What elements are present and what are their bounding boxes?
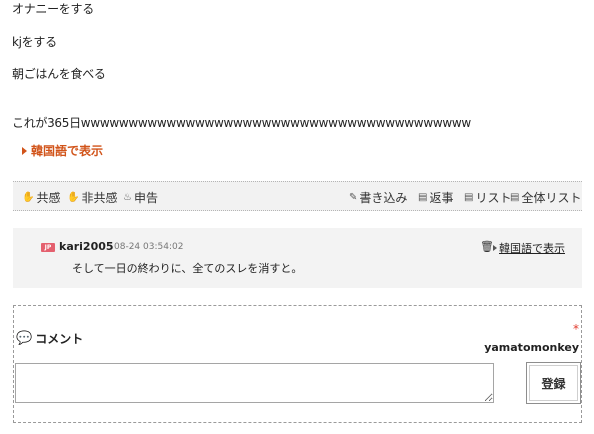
thumbs-down-icon: ✋: [67, 191, 80, 203]
speech-bubble-icon: 💬: [16, 331, 33, 346]
submit-button[interactable]: 登録: [526, 362, 581, 404]
comment-form: 💬 コメント * yamatomonkey 登録: [13, 305, 582, 423]
empathy-label: 共感: [36, 191, 61, 205]
thumbs-up-icon: ✋: [22, 191, 35, 203]
non-empathy-label: 非共感: [81, 191, 118, 205]
post-line: これが365日wwwwwwwwwwwwwwwwwwwwwwwwwwwwwwwww…: [12, 116, 471, 130]
pen-icon: ✎: [349, 191, 358, 203]
list-icon: ▤: [464, 191, 474, 203]
reply-label: 返事: [429, 191, 454, 205]
report-button[interactable]: ♨ 申告: [123, 189, 158, 206]
empathy-button[interactable]: ✋ 共感: [22, 189, 60, 206]
required-mark: *: [573, 322, 579, 336]
list-label: リスト: [475, 191, 512, 205]
triangle-right-icon: [22, 146, 27, 155]
post-line: 朝ごはんを食べる: [12, 67, 106, 81]
translate-korean-link[interactable]: 韓国語で表示: [22, 142, 103, 159]
write-button[interactable]: ✎ 書き込み: [349, 189, 407, 206]
post-line: kjをする: [12, 35, 57, 49]
all-list-button[interactable]: ▤ 全体リスト: [510, 189, 581, 206]
reply-translate-link[interactable]: 韓国語で表示: [493, 240, 565, 256]
comment-title: 💬 コメント: [16, 330, 83, 347]
comment-username: yamatomonkey: [484, 341, 579, 354]
reply-item: JP kari2005 08-24 03:54:02 そして一日の終わりに、全て…: [13, 228, 582, 288]
reply-translate-label: 韓国語で表示: [499, 242, 565, 255]
report-label: 申告: [133, 191, 158, 205]
comment-input[interactable]: [15, 363, 494, 403]
country-badge: JP: [41, 243, 55, 252]
triangle-right-icon: [493, 245, 497, 251]
action-bar: ✋ 共感 ✋ 非共感 ♨ 申告 ✎ 書き込み ▤ 返事 ▤ リスト ▤ 全体リス…: [13, 181, 582, 211]
write-label: 書き込み: [359, 191, 408, 205]
siren-icon: ♨: [123, 191, 132, 203]
trash-icon[interactable]: 🗑: [480, 240, 494, 253]
translate-label: 韓国語で表示: [31, 144, 104, 158]
reply-text: そして一日の終わりに、全てのスレを消すと。: [72, 262, 303, 275]
non-empathy-button[interactable]: ✋ 非共感: [67, 189, 117, 206]
reply-button[interactable]: ▤ 返事: [418, 189, 453, 206]
comment-title-label: コメント: [35, 332, 84, 346]
reply-doc-icon: ▤: [418, 191, 428, 203]
reply-username[interactable]: kari2005: [59, 240, 114, 253]
all-list-label: 全体リスト: [521, 191, 582, 205]
post-line: オナニーをする: [12, 2, 94, 16]
reply-timestamp: 08-24 03:54:02: [114, 242, 184, 252]
list-icon: ▤: [510, 191, 520, 203]
list-button[interactable]: ▤ リスト: [464, 189, 511, 206]
